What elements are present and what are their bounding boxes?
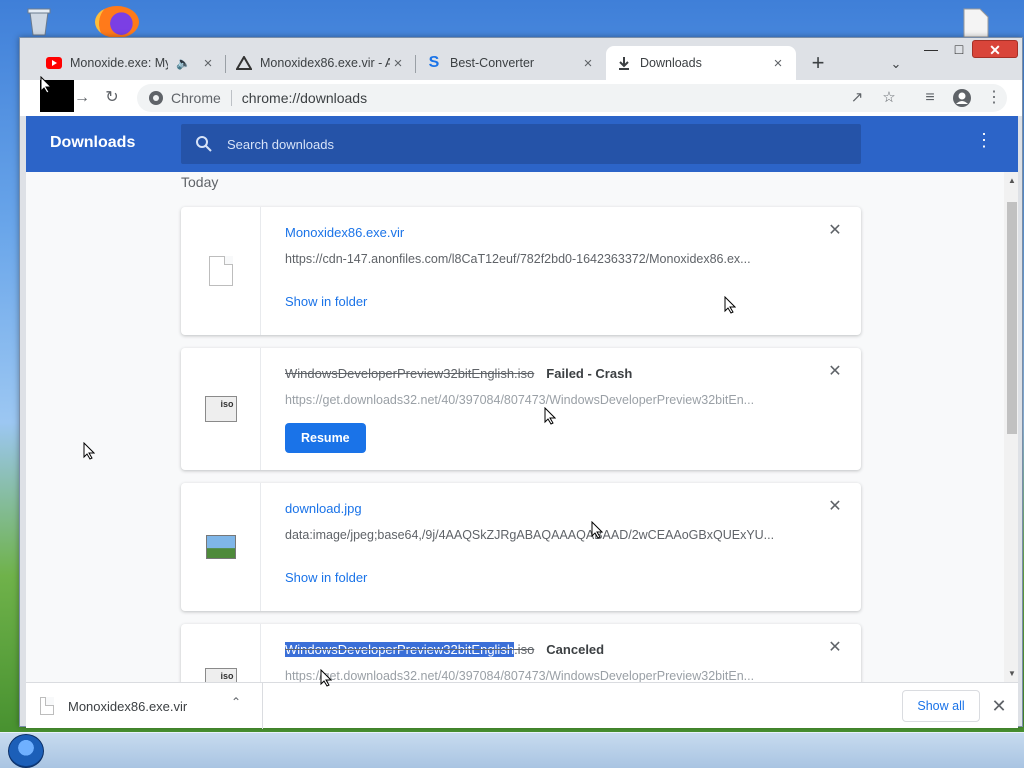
- tab-youtube[interactable]: Monoxide.exe: My 🔈 ×: [36, 46, 226, 80]
- source-url[interactable]: https://cdn-147.anonfiles.com/l8CaT12euf…: [285, 252, 785, 266]
- iso-file-icon: iso: [204, 396, 237, 422]
- bookmark-star-icon[interactable]: ☆: [877, 84, 901, 112]
- url-text[interactable]: chrome://downloads: [242, 90, 367, 106]
- download-icon: [616, 55, 632, 71]
- converter-icon: S: [428, 54, 440, 71]
- download-item: iso WindowsDeveloperPreview32bitEnglish.…: [181, 348, 861, 470]
- download-shelf: Monoxidex86.exe.vir ⌃ Show all ✕: [26, 682, 1018, 729]
- shelf-divider: [262, 683, 263, 729]
- remove-item-icon[interactable]: ✕: [827, 499, 843, 515]
- mouse-cursor-icon: [544, 407, 556, 425]
- download-item: download.jpg data:image/jpeg;base64,/9j/…: [181, 483, 861, 611]
- search-placeholder: Search downloads: [227, 136, 334, 152]
- window-close-button[interactable]: ✕: [972, 40, 1018, 58]
- shelf-download-item[interactable]: Monoxidex86.exe.vir: [40, 693, 187, 719]
- show-all-button[interactable]: Show all: [902, 690, 980, 722]
- address-bar[interactable]: Chrome chrome://downloads ↗ ☆: [137, 84, 1007, 112]
- mouse-cursor-icon: [320, 669, 332, 687]
- document-icon[interactable]: [958, 8, 992, 38]
- search-icon: [196, 136, 212, 152]
- file-name-link[interactable]: Monoxidex86.exe.vir: [285, 225, 404, 240]
- file-name[interactable]: WindowsDeveloperPreview32bitEnglish.iso: [285, 366, 534, 381]
- minimize-button[interactable]: —: [920, 40, 942, 58]
- mouse-cursor-icon: [83, 442, 95, 460]
- close-icon[interactable]: ×: [580, 55, 596, 72]
- firefox-icon[interactable]: [95, 6, 139, 38]
- download-status: Failed - Crash: [546, 366, 633, 381]
- taskbar: [0, 732, 1024, 768]
- page-title: Downloads: [50, 134, 136, 151]
- tab-best-converter[interactable]: S Best-Converter ×: [416, 46, 606, 80]
- shelf-file-name: Monoxidex86.exe.vir: [68, 698, 188, 714]
- anonfiles-icon: [236, 55, 252, 71]
- mouse-cursor-icon: [40, 76, 52, 94]
- browser-window: Monoxide.exe: My 🔈 × Monoxidex86.exe.vir…: [19, 37, 1023, 729]
- tab-search-chevron-icon[interactable]: ⌄: [884, 52, 908, 76]
- downloads-header: Downloads Search downloads ⋮: [26, 116, 1018, 172]
- source-url[interactable]: data:image/jpeg;base64,/9j/4AAQSkZJRgABA…: [285, 528, 785, 542]
- selected-file-name-text[interactable]: WindowsDeveloperPreview32bitEnglish: [285, 642, 515, 657]
- tab-strip: Monoxide.exe: My 🔈 × Monoxidex86.exe.vir…: [20, 38, 1022, 80]
- remove-item-icon[interactable]: ✕: [827, 640, 843, 656]
- scroll-down-arrow-icon[interactable]: ▼: [1007, 669, 1017, 678]
- file-name-link[interactable]: download.jpg: [285, 501, 362, 516]
- mouse-cursor-icon: [591, 521, 603, 539]
- reading-list-icon[interactable]: ≡: [918, 86, 942, 110]
- tab-anonfiles[interactable]: Monoxidex86.exe.vir - A ×: [226, 46, 416, 80]
- source-url[interactable]: https://get.downloads32.net/40/397084/80…: [285, 669, 785, 682]
- remove-item-icon[interactable]: ✕: [827, 364, 843, 380]
- scroll-up-arrow-icon[interactable]: ▲: [1007, 176, 1017, 185]
- download-status: Canceled: [546, 642, 605, 657]
- downloads-list: Today Monoxidex86.exe.vir https://cdn-14…: [26, 172, 1018, 682]
- close-icon[interactable]: ×: [770, 55, 786, 72]
- generic-file-icon: [40, 697, 54, 715]
- tab-title: Downloads: [640, 56, 702, 70]
- show-in-folder-link[interactable]: Show in folder: [285, 294, 367, 309]
- maximize-button[interactable]: □: [948, 40, 970, 58]
- source-url[interactable]: https://get.downloads32.net/40/397084/80…: [285, 393, 785, 407]
- download-item: Monoxidex86.exe.vir https://cdn-147.anon…: [181, 207, 861, 335]
- chrome-menu-icon[interactable]: ⋮: [982, 86, 1006, 110]
- close-shelf-icon[interactable]: ✕: [989, 696, 1009, 716]
- toolbar: → ↻ Chrome chrome://downloads ↗ ☆ ≡ ⋮: [20, 80, 1022, 116]
- chevron-up-icon[interactable]: ⌃: [231, 695, 241, 709]
- image-file-icon: [205, 535, 236, 559]
- share-icon[interactable]: ↗: [845, 84, 869, 112]
- mouse-cursor-icon: [724, 296, 736, 314]
- reload-icon[interactable]: ↻: [100, 86, 124, 110]
- generic-file-icon: [208, 256, 233, 286]
- profile-avatar-icon[interactable]: [950, 86, 974, 110]
- more-options-icon[interactable]: ⋮: [974, 130, 994, 151]
- date-group-label: Today: [181, 174, 219, 190]
- tab-title: Monoxidex86.exe.vir - A: [260, 56, 390, 70]
- resume-button[interactable]: Resume: [285, 423, 366, 453]
- site-label: Chrome: [171, 90, 221, 106]
- tab-title: Monoxide.exe: My: [70, 56, 168, 70]
- speaker-icon[interactable]: 🔈: [176, 56, 192, 70]
- show-in-folder-link[interactable]: Show in folder: [285, 570, 367, 585]
- omnibox-divider: [230, 90, 232, 106]
- remove-item-icon[interactable]: ✕: [827, 223, 843, 239]
- forward-icon[interactable]: →: [70, 86, 94, 110]
- scroll-thumb[interactable]: [1007, 202, 1017, 434]
- file-name-extension: .iso: [514, 642, 535, 657]
- recycle-bin-icon[interactable]: [22, 6, 56, 36]
- new-tab-button[interactable]: +: [806, 52, 830, 76]
- download-item: iso WindowsDeveloperPreview32bitEnglish.…: [181, 624, 861, 682]
- close-icon[interactable]: ×: [200, 55, 216, 72]
- tab-downloads[interactable]: Downloads ×: [606, 46, 796, 80]
- youtube-icon: [46, 55, 62, 71]
- start-button[interactable]: [8, 734, 44, 768]
- scrollbar[interactable]: ▲ ▼: [1004, 172, 1018, 682]
- iso-file-icon: iso: [204, 668, 237, 682]
- close-icon[interactable]: ×: [390, 55, 406, 72]
- tab-title: Best-Converter: [450, 56, 535, 70]
- search-downloads-input[interactable]: Search downloads: [181, 124, 861, 164]
- chrome-icon: [149, 91, 163, 105]
